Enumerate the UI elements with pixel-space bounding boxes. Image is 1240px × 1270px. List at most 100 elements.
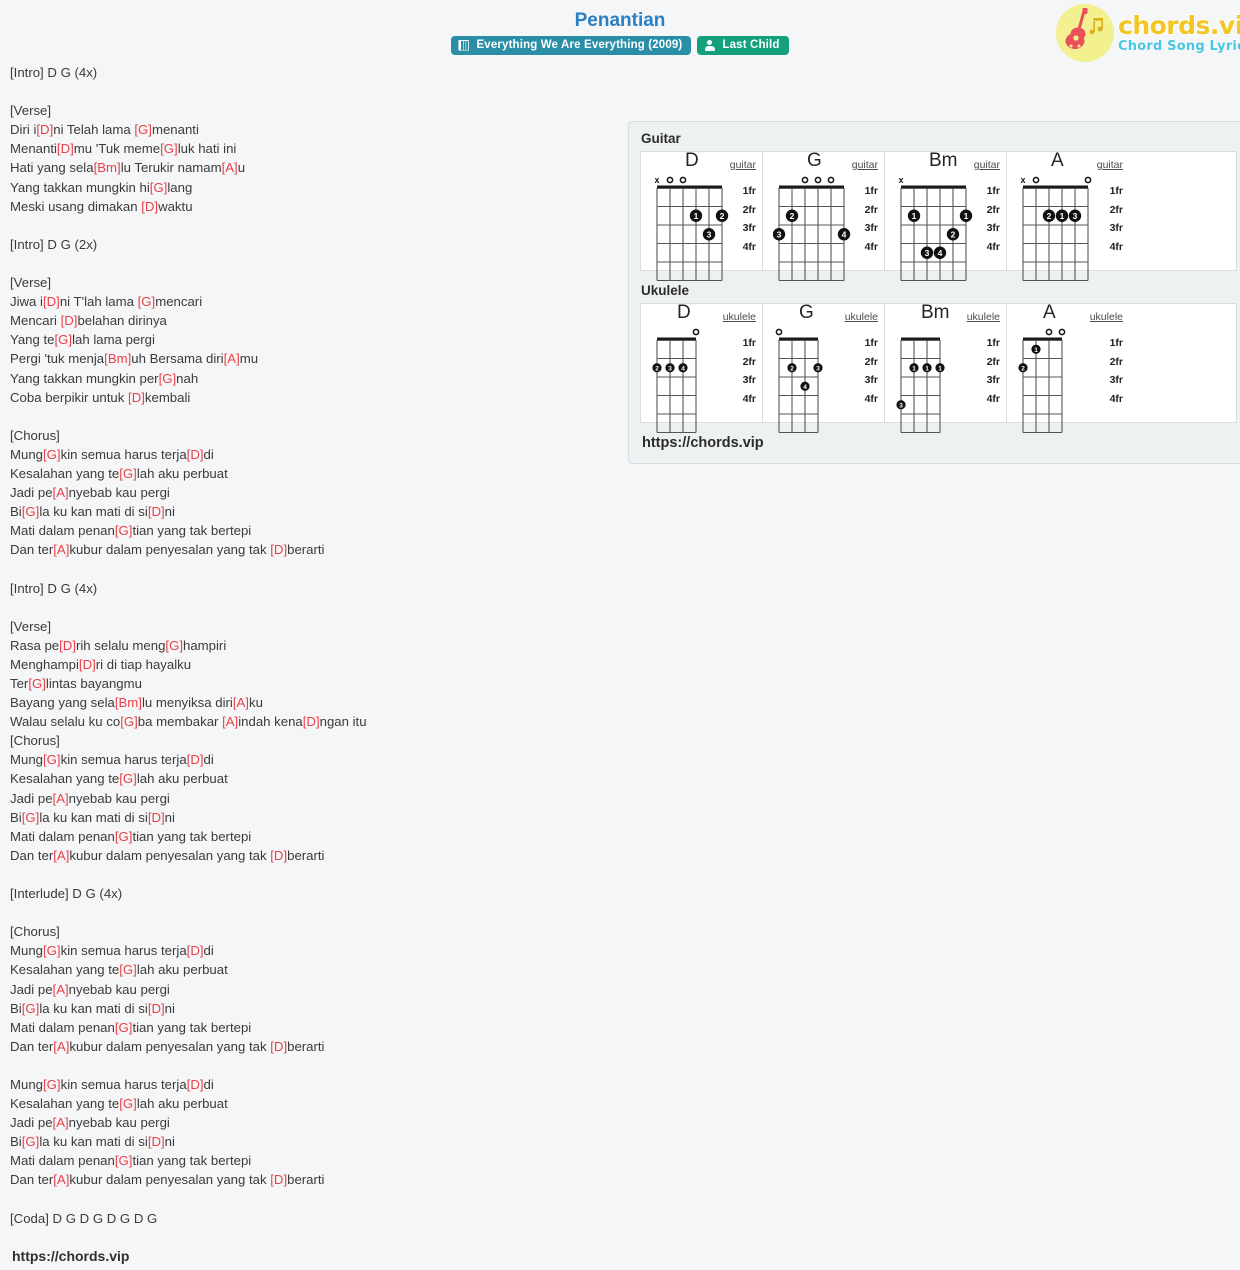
fret-label: 2fr — [742, 203, 756, 216]
chord-marker[interactable]: [G] — [22, 504, 40, 519]
chord-marker[interactable]: [D] — [148, 810, 165, 825]
lyric-text: indah kena — [238, 714, 303, 730]
chord-marker[interactable]: [G] — [119, 771, 137, 786]
chord-marker[interactable]: [D] — [61, 313, 78, 328]
chord-marker[interactable]: [G] — [43, 752, 61, 767]
lyric-text: Kesalahan yang te — [10, 465, 120, 481]
chord-marker[interactable]: [G] — [138, 294, 156, 309]
chord-diagram-bm-ukulele[interactable]: Bm ukulele 1 1 1 3 1fr 2fr 3fr 4fr — [885, 302, 1007, 433]
chord-diagram-g-ukulele[interactable]: Gukulele 2 3 4 1fr 2fr 3fr 4fr — [763, 302, 885, 433]
chord-marker[interactable]: [D] — [187, 1077, 204, 1092]
chord-marker[interactable]: [D] — [128, 390, 145, 405]
chord-marker[interactable]: [G] — [115, 523, 133, 538]
chord-marker[interactable]: [D] — [79, 657, 96, 672]
chord-marker[interactable]: [A] — [53, 791, 69, 806]
panel-url[interactable]: https://chords.vip — [640, 435, 1237, 451]
chord-marker[interactable]: [G] — [119, 466, 137, 481]
chord-marker[interactable]: [D] — [270, 1039, 287, 1054]
chord-marker[interactable]: [G] — [134, 122, 152, 137]
chord-instrument-link[interactable]: ukulele — [967, 311, 1000, 323]
chord-marker[interactable]: [D] — [303, 714, 320, 729]
chord-diagram-g-guitar[interactable]: Gguitar 2 3 4 1fr 2fr 3fr 4fr — [763, 150, 885, 281]
chord-marker[interactable]: [A] — [224, 351, 240, 366]
fret-labels: 1fr 2fr 3fr 4fr — [1110, 334, 1123, 408]
chord-instrument-link[interactable]: guitar — [1097, 159, 1123, 171]
fret-label: 1fr — [1109, 337, 1123, 349]
chord-marker[interactable]: [D] — [36, 122, 53, 137]
chord-marker[interactable]: [G] — [150, 180, 168, 195]
footer-url[interactable]: https://chords.vip — [10, 1248, 620, 1264]
chord-marker[interactable]: [G] — [115, 829, 133, 844]
chord-marker[interactable]: [Bm] — [115, 695, 142, 710]
lyric-line: [Chorus] — [10, 922, 620, 941]
chord-marker[interactable]: [G] — [119, 962, 137, 977]
chord-marker[interactable]: [D] — [141, 199, 158, 214]
chord-marker[interactable]: [G] — [22, 1001, 40, 1016]
chord-marker[interactable]: [G] — [115, 1020, 133, 1035]
lyric-text: Jadi pe — [10, 981, 53, 997]
chord-marker[interactable]: [A] — [53, 1115, 69, 1130]
chord-marker[interactable]: [G] — [160, 141, 178, 156]
chord-instrument-link[interactable]: ukulele — [723, 311, 756, 323]
chord-diagram-d-guitar[interactable]: Dguitar x 1 2 3 1fr 2fr 3fr 4fr — [641, 150, 763, 281]
lyric-line: Bi[G]la ku kan mati di si[D]ni — [10, 999, 620, 1018]
fret-labels: 1fr 2fr 3fr 4fr — [743, 182, 756, 256]
chord-marker[interactable]: [Bm] — [104, 351, 131, 366]
chord-marker[interactable]: [G] — [43, 1077, 61, 1092]
svg-text:2: 2 — [720, 211, 725, 221]
user-icon — [704, 39, 715, 51]
lyric-line: [Verse] — [10, 617, 620, 636]
chord-marker[interactable]: [G] — [54, 332, 72, 347]
chord-instrument-link[interactable]: guitar — [852, 159, 878, 171]
chord-marker[interactable]: [A] — [53, 848, 69, 863]
chord-marker[interactable]: [D] — [187, 447, 204, 462]
chord-instrument-link[interactable]: guitar — [730, 159, 756, 171]
chord-marker[interactable]: [D] — [270, 542, 287, 557]
chord-instrument-link[interactable]: ukulele — [845, 311, 878, 323]
chord-marker[interactable]: [G] — [28, 676, 46, 691]
lyric-text: tian yang tak bertepi — [132, 1153, 252, 1169]
chord-marker[interactable]: [A] — [53, 982, 69, 997]
chord-marker[interactable]: [D] — [270, 848, 287, 863]
chord-marker[interactable]: [G] — [119, 1096, 137, 1111]
chord-marker[interactable]: [G] — [43, 943, 61, 958]
chord-marker[interactable]: [A] — [53, 485, 69, 500]
chord-diagram-a-ukulele[interactable]: Aukulele 1 2 1fr 2fr 3fr 4fr — [1007, 302, 1129, 433]
chord-marker[interactable]: [D] — [270, 1172, 287, 1187]
chord-marker[interactable]: [D] — [43, 294, 60, 309]
chord-diagram-d-ukulele[interactable]: Dukulele 2 3 4 1fr 2fr 3fr 4fr — [641, 302, 763, 433]
chord-marker[interactable]: [A] — [53, 542, 69, 557]
chord-marker[interactable]: [A] — [53, 1039, 69, 1054]
artist-badge[interactable]: Last Child — [697, 36, 789, 55]
chord-marker[interactable]: [G] — [22, 1134, 40, 1149]
chord-marker[interactable]: [D] — [57, 141, 74, 156]
chord-marker[interactable]: [G] — [120, 714, 138, 729]
chord-marker[interactable]: [Bm] — [94, 160, 121, 175]
chord-marker[interactable]: [G] — [22, 810, 40, 825]
album-badge[interactable]: Everything We Are Everything (2009) — [451, 36, 692, 55]
chord-marker[interactable]: [G] — [159, 371, 177, 386]
chord-marker[interactable]: [G] — [165, 638, 183, 653]
chord-instrument-link[interactable]: guitar — [974, 159, 1000, 171]
chord-marker[interactable]: [G] — [115, 1153, 133, 1168]
chord-marker[interactable]: [D] — [148, 1134, 165, 1149]
chord-marker[interactable]: [D] — [187, 943, 204, 958]
chord-marker[interactable]: [A] — [222, 714, 238, 729]
chord-marker[interactable]: [D] — [148, 504, 165, 519]
chord-marker[interactable]: [D] — [187, 752, 204, 767]
chord-marker[interactable]: [D] — [59, 638, 76, 653]
chord-diagram-a-guitar[interactable]: Aguitar x 2 1 3 1fr 2fr 3fr 4fr — [1007, 150, 1129, 281]
chord-marker[interactable]: [D] — [148, 1001, 165, 1016]
chord-diagram-bm-guitar[interactable]: Bm guitar x 1 1 2 3 4 1fr 2fr 3fr 4fr — [885, 150, 1007, 281]
lyric-text: di — [203, 1076, 214, 1092]
chord-marker[interactable]: [G] — [43, 447, 61, 462]
fret-label: 3fr — [986, 222, 1000, 234]
chord-marker[interactable]: [A] — [233, 695, 249, 710]
lyric-line: Menanti[D]mu 'Tuk meme[G]luk hati ini — [10, 139, 620, 158]
lyric-text: Mung — [10, 943, 43, 959]
chord-marker[interactable]: [A] — [222, 160, 238, 175]
chord-marker[interactable]: [A] — [53, 1172, 69, 1187]
site-logo[interactable]: chords.vip Chord Song Lyric — [1052, 2, 1240, 64]
chord-instrument-link[interactable]: ukulele — [1090, 311, 1123, 323]
lyric-line: Diri i[D]ni Telah lama [G]menanti — [10, 120, 620, 139]
